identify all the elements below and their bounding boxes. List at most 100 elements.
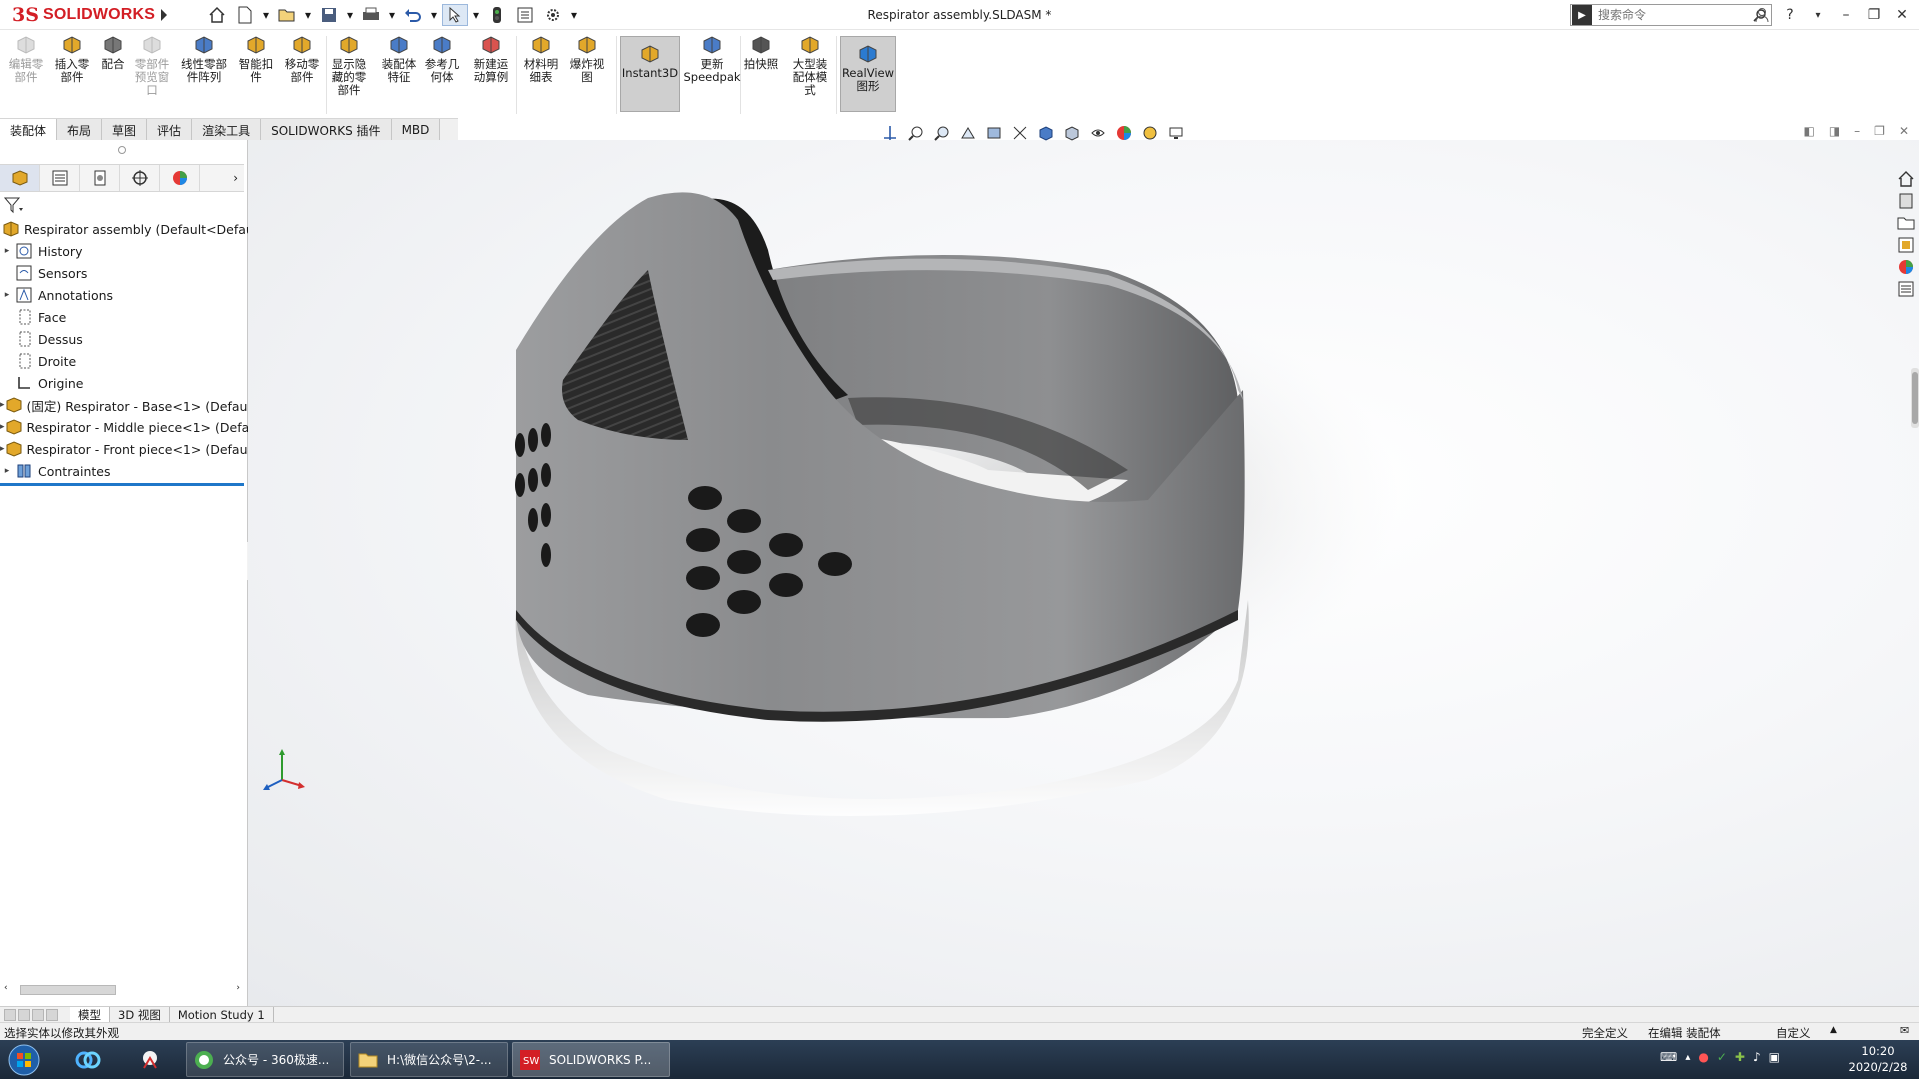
tray-app-icon[interactable]: ● bbox=[1698, 1050, 1708, 1064]
tree-item[interactable]: ▸ Contraintes bbox=[0, 460, 248, 482]
open-folder-icon[interactable] bbox=[274, 4, 300, 26]
tab-7[interactable]: MBD bbox=[391, 119, 441, 141]
chevron-down-icon[interactable]: ▾ bbox=[1809, 5, 1827, 25]
tab-1[interactable]: 装配体 bbox=[0, 119, 58, 141]
tree-item[interactable]: ▸ Respirator - Front piece<1> (Default bbox=[0, 438, 248, 460]
tile-right-icon[interactable]: ◨ bbox=[1829, 124, 1840, 138]
chevron-up-icon[interactable]: ▲ bbox=[1830, 1025, 1837, 1035]
tree-item[interactable]: ▸ History bbox=[0, 240, 248, 262]
volume-icon[interactable]: ♪ bbox=[1753, 1050, 1761, 1064]
realview-button[interactable]: RealView 图形 bbox=[840, 36, 896, 112]
component-preview-button[interactable]: 零部件 预览窗 口 bbox=[132, 34, 172, 97]
vertical-scrollbar[interactable] bbox=[1911, 368, 1919, 428]
tray-360-icon[interactable]: ✚ bbox=[1735, 1050, 1745, 1064]
respirator-3d-model[interactable] bbox=[248, 140, 1919, 1006]
menu-expand-icon[interactable] bbox=[158, 7, 170, 23]
user-icon[interactable] bbox=[1753, 5, 1771, 25]
appearances-icon[interactable] bbox=[1897, 258, 1915, 276]
doc-restore-icon[interactable]: ❐ bbox=[1874, 124, 1885, 138]
save-icon[interactable] bbox=[316, 4, 342, 26]
doc-close-icon[interactable]: ✕ bbox=[1899, 124, 1909, 138]
dynamic-annotation-icon[interactable] bbox=[1010, 123, 1030, 143]
apply-scene-icon[interactable] bbox=[1140, 123, 1160, 143]
chevron-down-icon[interactable]: ▾ bbox=[386, 4, 398, 26]
select-arrow-icon[interactable] bbox=[442, 4, 468, 26]
notification-icon[interactable]: ✉ bbox=[1900, 1024, 1909, 1037]
tab-2[interactable]: 布局 bbox=[57, 119, 103, 141]
tab-scroll-nav[interactable] bbox=[0, 1008, 70, 1021]
minimize-icon[interactable]: – bbox=[1837, 5, 1855, 25]
help-icon[interactable]: ? bbox=[1781, 5, 1799, 25]
scroll-right-icon[interactable]: › bbox=[236, 983, 240, 993]
tree-item[interactable]: Face bbox=[0, 306, 248, 328]
instant3d-button[interactable]: Instant3D bbox=[620, 36, 680, 112]
panel-grip-icon[interactable] bbox=[118, 146, 126, 154]
graphics-area[interactable] bbox=[248, 140, 1919, 1006]
normal-to-icon[interactable] bbox=[880, 123, 900, 143]
tree-root-assembly[interactable]: Respirator assembly (Default<Default bbox=[0, 218, 248, 240]
tab-3[interactable]: 草图 bbox=[102, 119, 148, 141]
tree-item[interactable]: Dessus bbox=[0, 328, 248, 350]
options-gear-icon[interactable] bbox=[540, 4, 566, 26]
view-palette-icon[interactable] bbox=[1897, 236, 1915, 254]
chevron-down-icon[interactable]: ▾ bbox=[344, 4, 356, 26]
horizontal-scrollbar[interactable]: ‹ › bbox=[0, 982, 244, 998]
view-orientation-icon[interactable] bbox=[1036, 123, 1056, 143]
tree-item[interactable]: ▸ (固定) Respirator - Base<1> (Default bbox=[0, 394, 248, 416]
zoom-to-area-icon[interactable] bbox=[932, 123, 952, 143]
home-icon[interactable] bbox=[204, 4, 230, 26]
linear-pattern-button[interactable]: 线性零部 件阵列 bbox=[178, 34, 230, 84]
zoom-to-fit-icon[interactable] bbox=[906, 123, 926, 143]
assembly-feature-button[interactable]: 装配体 特征 bbox=[380, 34, 418, 84]
scrollbar-thumb[interactable] bbox=[20, 985, 116, 995]
search-scope-icon[interactable]: ▶ bbox=[1572, 5, 1592, 25]
solidworks-task[interactable]: SW SOLIDWORKS P... bbox=[512, 1042, 670, 1077]
tile-left-icon[interactable]: ◧ bbox=[1803, 124, 1814, 138]
bottom-tab-1[interactable]: 模型 bbox=[70, 1006, 110, 1023]
tree-item[interactable]: ▸ Annotations bbox=[0, 284, 248, 306]
scroll-left-icon[interactable]: ‹ bbox=[4, 983, 8, 993]
edit-component-button[interactable]: 编辑零 部件 bbox=[8, 34, 44, 84]
close-icon[interactable]: ✕ bbox=[1893, 5, 1911, 25]
tree-item[interactable]: Droite bbox=[0, 350, 248, 372]
exploded-view-button[interactable]: 爆炸视 图 bbox=[568, 34, 606, 84]
chevron-down-icon[interactable]: ▾ bbox=[302, 4, 314, 26]
tree-filter[interactable] bbox=[3, 196, 240, 216]
app-pinned-icon[interactable] bbox=[126, 1042, 174, 1077]
bottom-tab-3[interactable]: Motion Study 1 bbox=[170, 1006, 274, 1023]
view-settings-icon[interactable] bbox=[1166, 123, 1186, 143]
doc-minimize-icon[interactable]: – bbox=[1854, 124, 1860, 138]
expand-arrow-icon[interactable]: ▸ bbox=[0, 246, 14, 256]
unit-system-selector[interactable]: 自定义 bbox=[1776, 1025, 1811, 1041]
keyboard-icon[interactable]: ⌨ bbox=[1660, 1050, 1677, 1064]
snapshot-button[interactable]: 拍快照 bbox=[742, 34, 780, 71]
expand-arrow-icon[interactable]: ▸ bbox=[0, 466, 14, 476]
display-manager-tab-icon[interactable] bbox=[160, 165, 200, 191]
configurationmanager-tab-icon[interactable] bbox=[80, 165, 120, 191]
rebuild-icon[interactable] bbox=[484, 4, 510, 26]
smart-fastener-button[interactable]: 智能扣 件 bbox=[238, 34, 274, 84]
dimxpert-tab-icon[interactable] bbox=[120, 165, 160, 191]
bottom-tab-2[interactable]: 3D 视图 bbox=[110, 1006, 170, 1023]
display-style-icon[interactable] bbox=[1062, 123, 1082, 143]
design-library-icon[interactable] bbox=[1897, 192, 1915, 210]
tree-item[interactable]: Origine bbox=[0, 372, 248, 394]
network-icon[interactable]: ▣ bbox=[1769, 1050, 1780, 1064]
insert-component-button[interactable]: 插入零 部件 bbox=[52, 34, 92, 84]
move-component-button[interactable]: 移动零 部件 bbox=[282, 34, 322, 84]
scrollbar-thumb[interactable] bbox=[1912, 372, 1918, 424]
rollback-bar[interactable] bbox=[0, 483, 244, 486]
mate-button[interactable]: 配合 bbox=[96, 34, 130, 71]
browser-task[interactable]: 公众号 - 360极速... bbox=[186, 1042, 344, 1077]
file-explorer-icon[interactable] bbox=[1897, 214, 1915, 232]
reference-geometry-button[interactable]: 参考几 何体 bbox=[422, 34, 462, 84]
explorer-task[interactable]: H:\微信公众号\2-... bbox=[350, 1042, 508, 1077]
tray-expand-icon[interactable]: ▴ bbox=[1685, 1052, 1690, 1063]
expand-arrow-icon[interactable]: ▸ bbox=[0, 290, 14, 300]
new-motion-study-button[interactable]: 新建运 动算例 bbox=[470, 34, 512, 84]
chevron-down-icon[interactable]: ▾ bbox=[568, 4, 580, 26]
custom-properties-icon[interactable] bbox=[1897, 280, 1915, 298]
baidu-netdisk-icon[interactable] bbox=[64, 1042, 112, 1077]
filter-icon[interactable] bbox=[3, 196, 24, 214]
hide-show-items-icon[interactable] bbox=[1088, 123, 1108, 143]
